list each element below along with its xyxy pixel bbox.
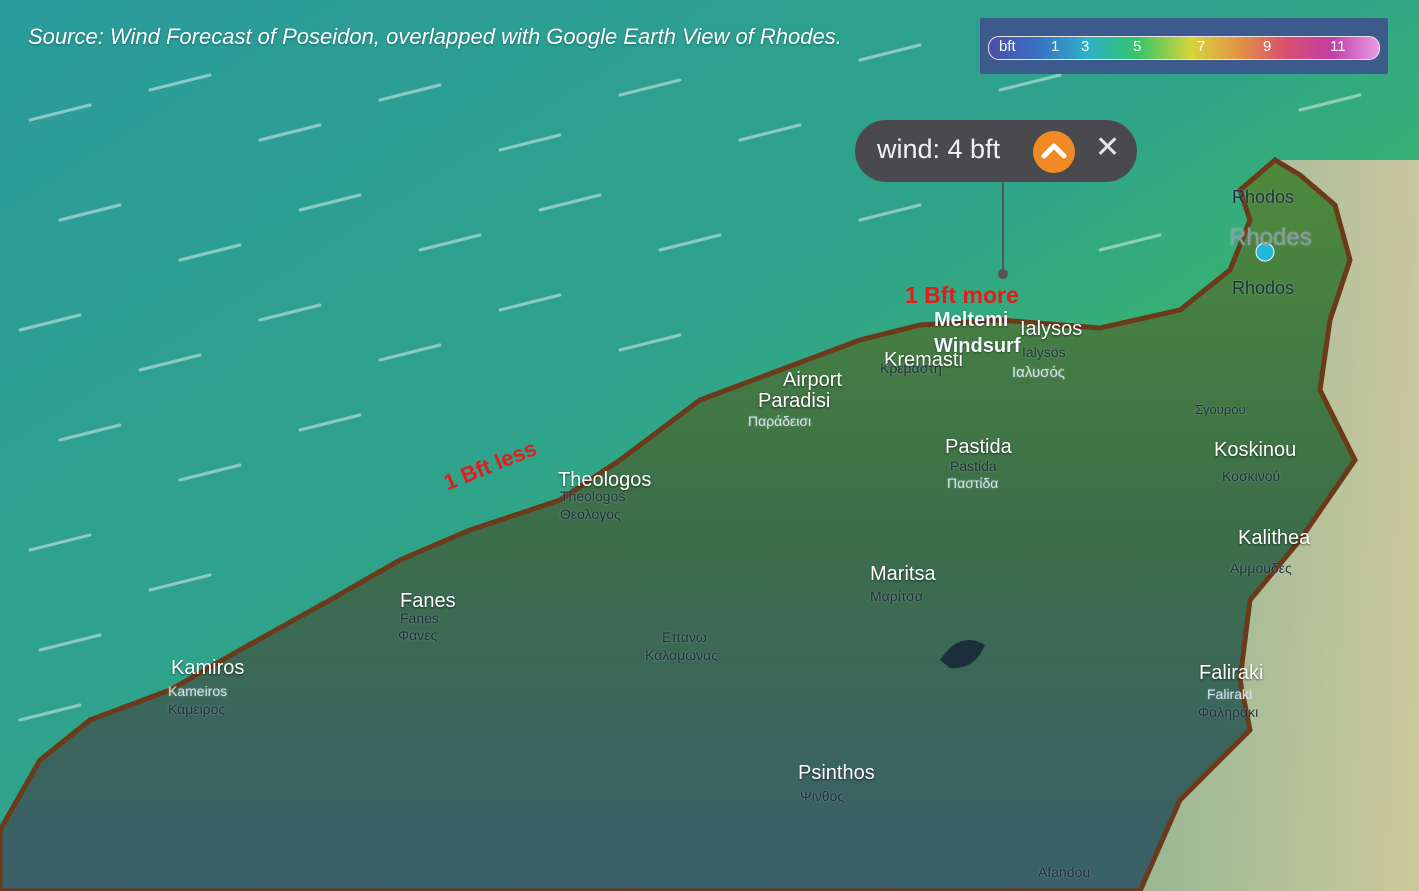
- place-kamiros-greek: Κάμειρος: [168, 701, 226, 717]
- place-kamiros-latin: Kameiros: [168, 683, 228, 699]
- legend-tick-7: 7: [1197, 38, 1206, 55]
- place-paradisi: Paradisi: [758, 390, 831, 412]
- place-kalithea-greek: Αμμουδες: [1230, 560, 1292, 576]
- place-koskinou: Koskinou: [1214, 439, 1297, 461]
- place-pastida-greek: Παστίδα: [947, 475, 999, 491]
- place-faliraki-latin: Faliraki: [1207, 686, 1253, 702]
- place-ialysos: Ialysos: [1020, 318, 1083, 340]
- legend-tick-11: 11: [1330, 38, 1346, 55]
- wind-scale-bar: bft 1 3 5 7 9 11: [988, 36, 1380, 60]
- place-maritsa-greek: Μαρίτσα: [870, 588, 923, 604]
- close-icon[interactable]: ✕: [1095, 130, 1120, 165]
- place-ialysos-greek: Ιαλυσός: [1012, 364, 1066, 381]
- place-fanes-latin: Fanes: [400, 610, 439, 626]
- place-maritsa: Maritsa: [870, 563, 936, 585]
- meltemi-label: Meltemi: [934, 309, 1009, 331]
- place-rhodes-map: Rhodes: [1229, 224, 1312, 251]
- place-theologos-latin: Theologos: [560, 488, 626, 504]
- place-epano-kalamonas-1: Επανω: [662, 629, 707, 645]
- place-theologos-greek: Θεολογος: [560, 506, 621, 522]
- place-kremasti-greek: Κρεμαστή: [880, 360, 942, 376]
- legend-tick-3: 3: [1081, 38, 1090, 55]
- legend-tick-5: 5: [1133, 38, 1142, 55]
- map-background: [0, 0, 1419, 891]
- place-kamiros: Kamiros: [171, 657, 245, 679]
- place-pastida-latin: Pastida: [950, 458, 997, 474]
- place-rhodos-bottom: Rhodos: [1232, 278, 1295, 298]
- wind-scale-legend: bft 1 3 5 7 9 11: [980, 18, 1388, 74]
- wind-tooltip[interactable]: wind: 4 bft ✕: [855, 120, 1137, 182]
- wind-tooltip-text: wind: 4 bft: [877, 134, 1001, 164]
- place-paradisi-greek: Παράδεισι: [748, 413, 812, 429]
- annotation-1-bft-more: 1 Bft more: [905, 282, 1019, 308]
- place-epano-kalamonas-2: Καλαμωνας: [645, 647, 718, 663]
- legend-tick-9: 9: [1263, 38, 1272, 55]
- legend-tick-1: 1: [1051, 38, 1060, 55]
- place-afandou: Afandou: [1038, 864, 1091, 880]
- place-ialysos-latin: Ialysos: [1022, 344, 1066, 360]
- place-faliraki: Faliraki: [1199, 662, 1264, 684]
- legend-unit: bft: [999, 38, 1016, 55]
- source-caption: Source: Wind Forecast of Poseidon, overl…: [28, 24, 842, 49]
- chevron-up-icon[interactable]: [1033, 131, 1075, 173]
- place-faliraki-greek: Φαληράκι: [1198, 704, 1259, 720]
- place-airport: Airport: [783, 369, 842, 391]
- place-psinthos: Psinthos: [798, 762, 875, 784]
- place-sgourou: Σγουρου: [1195, 402, 1246, 417]
- place-koskinou-greek: Κοσκινού: [1222, 468, 1281, 484]
- place-pastida: Pastida: [945, 436, 1012, 458]
- place-kalithea: Kalithea: [1238, 527, 1311, 549]
- tooltip-pointer-dot: [998, 269, 1008, 279]
- place-psinthos-greek: Ψινθος: [800, 788, 845, 804]
- place-rhodos-top: Rhodos: [1232, 187, 1295, 207]
- place-fanes-greek: Φανες: [398, 627, 438, 643]
